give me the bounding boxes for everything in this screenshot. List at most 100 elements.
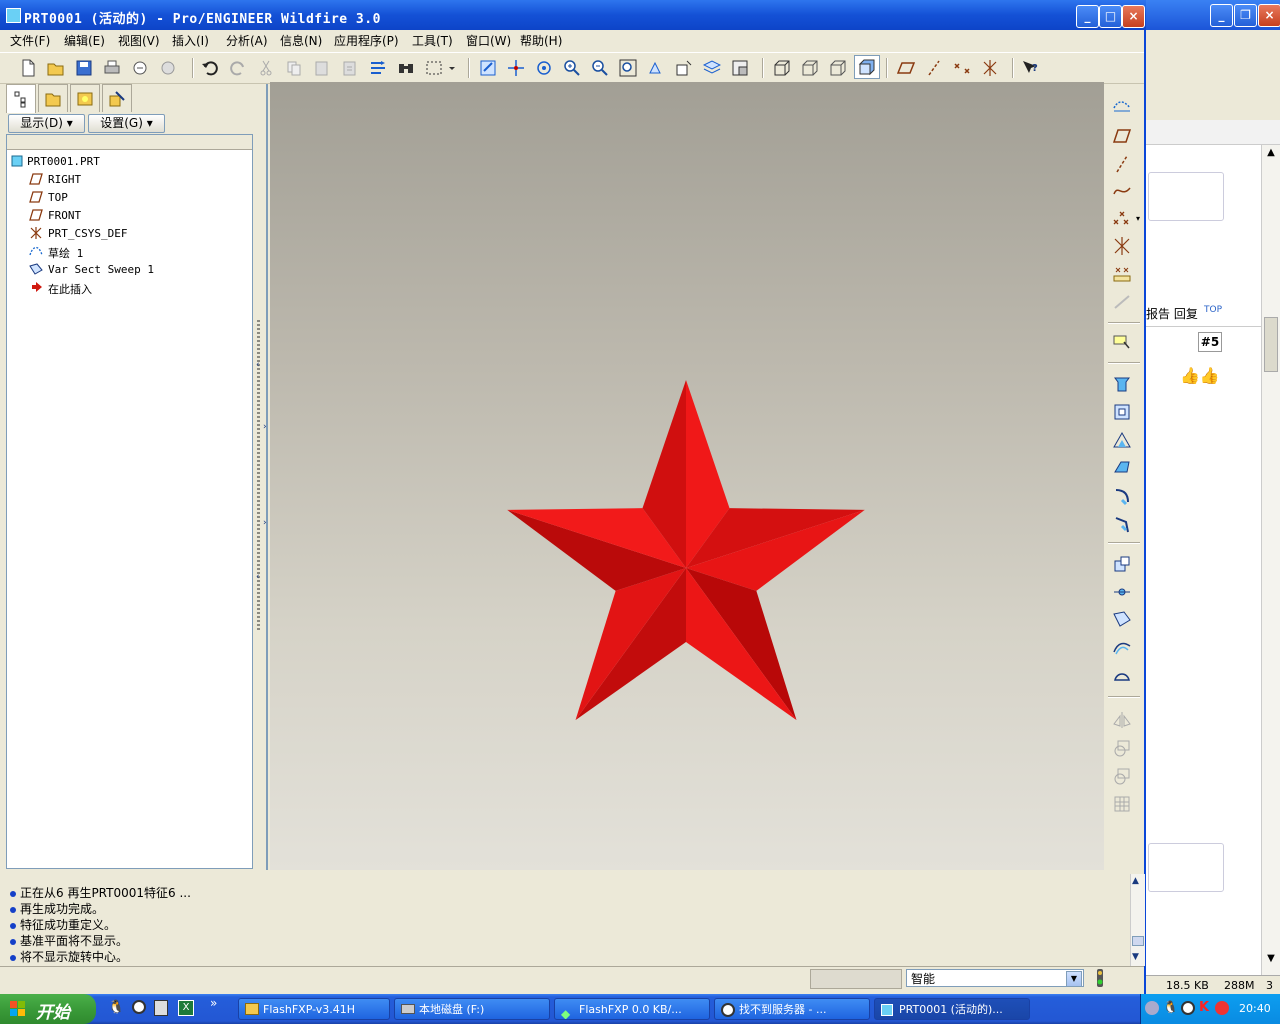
zoom-in-icon[interactable]: [562, 58, 582, 78]
draft-icon[interactable]: [1110, 428, 1134, 452]
paste-special-icon[interactable]: [340, 58, 360, 78]
undo-icon[interactable]: [200, 58, 220, 78]
tree-item-top[interactable]: TOP: [48, 191, 68, 204]
view-manager-icon[interactable]: [730, 58, 750, 78]
menu-tools[interactable]: 工具(T): [412, 32, 453, 49]
repaint-icon[interactable]: [478, 58, 498, 78]
security-icon[interactable]: [1215, 1001, 1229, 1015]
menu-file[interactable]: 文件(F): [10, 32, 50, 49]
new-file-icon[interactable]: [18, 58, 38, 78]
menu-window[interactable]: 窗口(W): [466, 32, 511, 49]
scroll-up-icon[interactable]: ▲: [1132, 876, 1139, 886]
favorites-tab[interactable]: [70, 84, 100, 112]
copy-icon[interactable]: [284, 58, 304, 78]
datum-points-toggle-icon[interactable]: [952, 58, 972, 78]
datum-point-tool-icon[interactable]: [1110, 206, 1134, 230]
send-link-icon[interactable]: [158, 58, 178, 78]
chevron-down-icon[interactable]: [446, 58, 458, 78]
find-icon[interactable]: [396, 58, 416, 78]
style-icon[interactable]: [1110, 664, 1134, 688]
shading-icon[interactable]: [854, 55, 880, 79]
task-flashfxp-transfer[interactable]: ◆ FlashFXP 0.0 KB/...: [554, 998, 710, 1020]
scroll-down-icon[interactable]: ▼: [1132, 952, 1139, 962]
datum-axes-toggle-icon[interactable]: [924, 58, 944, 78]
tree-item-insert-here[interactable]: 在此插入: [48, 281, 92, 297]
messenger-icon[interactable]: [132, 1000, 146, 1014]
excel-icon[interactable]: X: [178, 1000, 194, 1016]
message-scrollbar[interactable]: ▲ ▼: [1130, 874, 1145, 966]
selection-filter-select[interactable]: 智能 ▼: [906, 969, 1084, 987]
send-mail-icon[interactable]: [130, 58, 150, 78]
chevron-down-icon[interactable]: ▾: [1136, 214, 1140, 223]
sketcher-palette-icon[interactable]: [1110, 330, 1134, 354]
wireframe-icon[interactable]: [772, 58, 792, 78]
context-help-icon[interactable]: ?: [1020, 58, 1040, 78]
menu-applications[interactable]: 应用程序(P): [334, 32, 399, 49]
task-flashfxp-folder[interactable]: FlashFXP-v3.41H: [238, 998, 390, 1020]
merge-disabled-icon[interactable]: [1110, 736, 1134, 760]
rib-icon[interactable]: [1110, 580, 1134, 604]
save-icon[interactable]: [74, 58, 94, 78]
qq-icon[interactable]: 🐧: [108, 1000, 124, 1015]
menu-help[interactable]: 帮助(H): [520, 32, 562, 49]
boundary-blend-icon[interactable]: [1110, 636, 1134, 660]
task-local-disk[interactable]: 本地磁盘 (F:): [394, 998, 550, 1020]
messenger-tray-icon[interactable]: [1181, 1001, 1195, 1015]
menu-edit[interactable]: 编辑(E): [64, 32, 105, 49]
tree-item-part[interactable]: PRT0001.PRT: [27, 155, 100, 168]
top-icon[interactable]: TOP: [1204, 305, 1222, 317]
expand-right-icon[interactable]: ›: [263, 422, 267, 432]
menu-info[interactable]: 信息(N): [280, 32, 322, 49]
zoom-out-icon[interactable]: [590, 58, 610, 78]
window-titlebar[interactable]: PRT0001 (活动的) - Pro/ENGINEER Wildfire 3.…: [0, 0, 1146, 30]
panel-splitter[interactable]: ‹ › › ‹: [253, 84, 270, 870]
pattern-disabled-icon[interactable]: [1110, 792, 1134, 816]
spin-center-icon[interactable]: [506, 58, 526, 78]
datum-axis-tool-icon[interactable]: [1110, 152, 1134, 176]
reply-link[interactable]: 报告 回复: [1146, 305, 1198, 322]
chamfer-icon[interactable]: [1110, 512, 1134, 536]
graphics-viewport[interactable]: [270, 82, 1104, 870]
menu-view[interactable]: 视图(V): [118, 32, 160, 49]
reply-box[interactable]: [1148, 843, 1224, 892]
chevron-down-icon[interactable]: ▼: [1066, 971, 1082, 987]
show-dropdown[interactable]: 显示(D) ▾: [8, 114, 85, 133]
task-proe[interactable]: PRT0001 (活动的)...: [874, 998, 1030, 1020]
select-box-icon[interactable]: [424, 58, 444, 78]
task-browser[interactable]: 找不到服务器 - ...: [714, 998, 870, 1020]
extrude-icon[interactable]: [1110, 372, 1134, 396]
datum-tool-disabled-icon[interactable]: [1110, 290, 1134, 314]
maximize-icon[interactable]: □: [1099, 5, 1122, 28]
datum-planes-toggle-icon[interactable]: [896, 58, 916, 78]
antivirus-icon[interactable]: K: [1199, 1000, 1209, 1015]
folder-browser-tab[interactable]: [38, 84, 68, 112]
minimize-icon[interactable]: _: [1210, 4, 1233, 27]
tree-item-sweep[interactable]: Var Sect Sweep 1: [48, 263, 154, 276]
start-button[interactable]: 开始: [0, 994, 96, 1024]
reorient-icon[interactable]: [646, 58, 666, 78]
csys-toggle-icon[interactable]: [980, 58, 1000, 78]
red-star-model[interactable]: [270, 82, 1104, 870]
collapse-left-icon[interactable]: ‹: [256, 360, 260, 370]
orient-mode-icon[interactable]: [534, 58, 554, 78]
background-scrollbar[interactable]: ▲ ▼: [1261, 145, 1280, 975]
recycle-bin-icon[interactable]: [154, 1000, 168, 1016]
paste-icon[interactable]: [312, 58, 332, 78]
sketch-tool-icon[interactable]: [1110, 94, 1134, 118]
trim-disabled-icon[interactable]: [1110, 764, 1134, 788]
connections-tab[interactable]: [102, 84, 132, 112]
qq-tray-icon[interactable]: 🐧: [1163, 1000, 1178, 1014]
redo-icon[interactable]: [228, 58, 248, 78]
layers-icon[interactable]: [702, 58, 722, 78]
saved-views-icon[interactable]: [674, 58, 694, 78]
hidden-line-icon[interactable]: [800, 58, 820, 78]
collapse-left-icon[interactable]: ‹: [256, 572, 260, 582]
settings-dropdown[interactable]: 设置(G) ▾: [88, 114, 165, 133]
open-folder-icon[interactable]: [46, 58, 66, 78]
round-icon[interactable]: [1110, 484, 1134, 508]
shell-icon[interactable]: [1110, 456, 1134, 480]
tree-item-front[interactable]: FRONT: [48, 209, 81, 222]
scroll-thumb[interactable]: [1132, 936, 1144, 946]
tree-item-sketch[interactable]: 草绘 1: [48, 245, 83, 261]
menu-analysis[interactable]: 分析(A): [226, 32, 268, 49]
